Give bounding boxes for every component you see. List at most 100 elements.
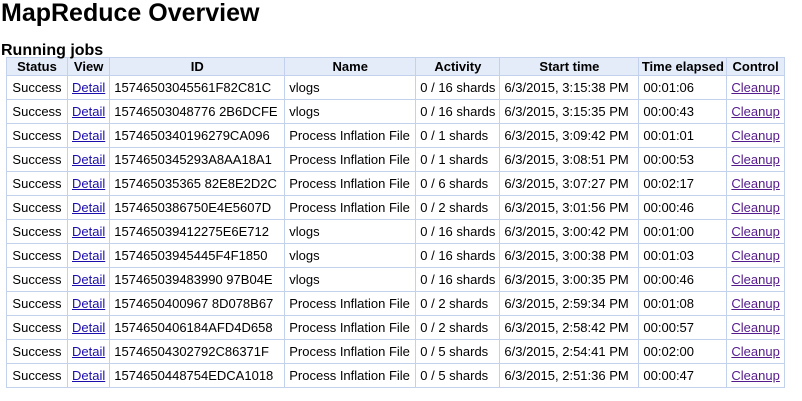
cleanup-link[interactable]: Cleanup xyxy=(731,344,779,359)
job-name: Process Inflation File xyxy=(284,291,417,316)
job-control-cell: Cleanup xyxy=(726,123,785,148)
column-header-status: Status xyxy=(6,57,68,76)
job-view-cell: Detail xyxy=(66,339,111,364)
job-activity: 0 / 16 shards xyxy=(415,219,501,244)
job-status: Success xyxy=(6,315,68,340)
job-control-cell: Cleanup xyxy=(726,339,785,364)
job-activity: 0 / 6 shards xyxy=(415,171,501,196)
job-id: 1574650406184AFD4D658 xyxy=(109,315,286,340)
job-view-cell: Detail xyxy=(66,291,111,316)
table-row: Success Detail 1574650406184AFD4D658 Proces… xyxy=(6,315,785,340)
job-activity: 0 / 16 shards xyxy=(415,75,501,100)
cleanup-link[interactable]: Cleanup xyxy=(731,296,779,311)
job-status: Success xyxy=(6,171,68,196)
job-id: 157465035365 82E8E2D2C xyxy=(109,171,286,196)
job-activity: 0 / 5 shards xyxy=(415,363,501,388)
column-header-start-time: Start time xyxy=(499,57,640,76)
page: MapReduce Overview Running jobs Status V… xyxy=(0,0,802,388)
job-time-elapsed: 00:01:03 xyxy=(638,243,728,268)
job-time-elapsed: 00:01:06 xyxy=(638,75,728,100)
job-name: Process Inflation File xyxy=(284,195,417,220)
table-row: Success Detail 1574650400967 8D078B67 Proce… xyxy=(6,291,785,316)
job-control-cell: Cleanup xyxy=(726,219,785,244)
job-view-cell: Detail xyxy=(66,195,111,220)
job-activity: 0 / 2 shards xyxy=(415,195,501,220)
cleanup-link[interactable]: Cleanup xyxy=(731,200,779,215)
job-name: Process Inflation File xyxy=(284,123,417,148)
job-id: 1574650345293A8AA18A1 xyxy=(109,147,286,172)
job-id: 15746504302792C86371F xyxy=(109,339,286,364)
cleanup-link[interactable]: Cleanup xyxy=(731,152,779,167)
job-activity: 0 / 2 shards xyxy=(415,291,501,316)
job-time-elapsed: 00:01:00 xyxy=(638,219,728,244)
job-start-time: 6/3/2015, 3:01:56 PM xyxy=(499,195,640,220)
cleanup-link[interactable]: Cleanup xyxy=(731,224,779,239)
detail-link[interactable]: Detail xyxy=(72,200,105,215)
job-time-elapsed: 00:01:01 xyxy=(638,123,728,148)
detail-link[interactable]: Detail xyxy=(72,368,105,383)
table-row: Success Detail 15746503045561F82C81C vlogs 0… xyxy=(6,75,785,100)
table-row: Success Detail 15746503945445F4F1850 vlogs 0… xyxy=(6,243,785,268)
detail-link[interactable]: Detail xyxy=(72,80,105,95)
job-view-cell: Detail xyxy=(66,315,111,340)
page-title: MapReduce Overview xyxy=(1,0,260,27)
job-status: Success xyxy=(6,219,68,244)
table-row: Success Detail 1574650340196279CA096 Proces… xyxy=(6,123,785,148)
detail-link[interactable]: Detail xyxy=(72,128,105,143)
cleanup-link[interactable]: Cleanup xyxy=(731,176,779,191)
column-header-name: Name xyxy=(284,57,417,76)
job-status: Success xyxy=(6,339,68,364)
job-start-time: 6/3/2015, 3:08:51 PM xyxy=(499,147,640,172)
detail-link[interactable]: Detail xyxy=(72,152,105,167)
job-control-cell: Cleanup xyxy=(726,267,785,292)
job-time-elapsed: 00:01:08 xyxy=(638,291,728,316)
table-header-row: Status View ID Name Activity Start time … xyxy=(6,57,785,76)
job-id: 1574650386750E4E5607D xyxy=(109,195,286,220)
detail-link[interactable]: Detail xyxy=(72,296,105,311)
cleanup-link[interactable]: Cleanup xyxy=(731,128,779,143)
job-view-cell: Detail xyxy=(66,99,111,124)
job-control-cell: Cleanup xyxy=(726,171,785,196)
job-status: Success xyxy=(6,363,68,388)
detail-link[interactable]: Detail xyxy=(72,248,105,263)
job-view-cell: Detail xyxy=(66,219,111,244)
job-status: Success xyxy=(6,99,68,124)
job-control-cell: Cleanup xyxy=(726,75,785,100)
job-start-time: 6/3/2015, 3:00:42 PM xyxy=(499,219,640,244)
job-activity: 0 / 2 shards xyxy=(415,315,501,340)
job-name: vlogs xyxy=(284,75,417,100)
cleanup-link[interactable]: Cleanup xyxy=(731,248,779,263)
job-id: 15746503045561F82C81C xyxy=(109,75,286,100)
job-start-time: 6/3/2015, 3:07:27 PM xyxy=(499,171,640,196)
job-control-cell: Cleanup xyxy=(726,315,785,340)
cleanup-link[interactable]: Cleanup xyxy=(731,272,779,287)
cleanup-link[interactable]: Cleanup xyxy=(731,368,779,383)
job-view-cell: Detail xyxy=(66,171,111,196)
column-header-view: View xyxy=(66,57,111,76)
job-activity: 0 / 16 shards xyxy=(415,267,501,292)
job-control-cell: Cleanup xyxy=(726,363,785,388)
cleanup-link[interactable]: Cleanup xyxy=(731,80,779,95)
job-start-time: 6/3/2015, 3:09:42 PM xyxy=(499,123,640,148)
job-start-time: 6/3/2015, 2:58:42 PM xyxy=(499,315,640,340)
job-view-cell: Detail xyxy=(66,363,111,388)
cleanup-link[interactable]: Cleanup xyxy=(731,104,779,119)
job-control-cell: Cleanup xyxy=(726,147,785,172)
detail-link[interactable]: Detail xyxy=(72,224,105,239)
job-name: vlogs xyxy=(284,243,417,268)
job-id: 1574650340196279CA096 xyxy=(109,123,286,148)
cleanup-link[interactable]: Cleanup xyxy=(731,320,779,335)
job-name: vlogs xyxy=(284,219,417,244)
running-jobs-table-body: Success Detail 15746503045561F82C81C vlogs 0… xyxy=(6,75,785,388)
job-activity: 0 / 1 shards xyxy=(415,123,501,148)
column-header-control: Control xyxy=(726,57,785,76)
detail-link[interactable]: Detail xyxy=(72,104,105,119)
job-view-cell: Detail xyxy=(66,123,111,148)
detail-link[interactable]: Detail xyxy=(72,344,105,359)
detail-link[interactable]: Detail xyxy=(72,272,105,287)
detail-link[interactable]: Detail xyxy=(72,176,105,191)
job-control-cell: Cleanup xyxy=(726,99,785,124)
job-start-time: 6/3/2015, 2:54:41 PM xyxy=(499,339,640,364)
detail-link[interactable]: Detail xyxy=(72,320,105,335)
job-control-cell: Cleanup xyxy=(726,291,785,316)
